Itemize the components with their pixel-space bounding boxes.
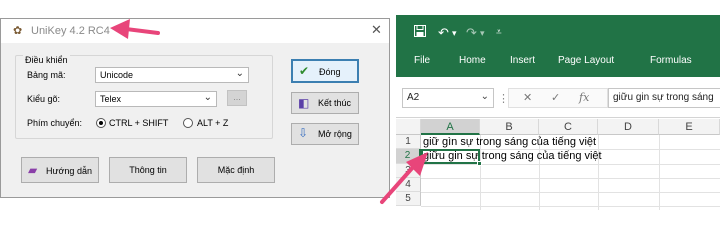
charset-label: Bảng mã:: [27, 70, 66, 80]
enter-icon[interactable]: ✓: [551, 91, 560, 104]
excel-window: ↶ ▾ ↷ ▾ ⩡ File Home Insert Page Layout F…: [396, 15, 720, 210]
tab-formulas[interactable]: Formulas: [650, 55, 692, 66]
spreadsheet-grid: A B C D E 1 2 3 4 5 giữ gìn sự trong sán…: [396, 119, 720, 210]
charset-select[interactable]: Unicode ⌄: [95, 67, 249, 83]
control-group-label: Điều khiển: [23, 55, 70, 65]
tab-insert[interactable]: Insert: [510, 55, 535, 66]
exit-button[interactable]: ◧ Kết thúc: [291, 92, 359, 114]
radio-alt-z-label: ALT + Z: [197, 118, 229, 128]
expand-button[interactable]: ⇩ Mở rộng: [291, 123, 359, 145]
cell-a1[interactable]: giữ gìn sự trong sáng của tiếng việt: [423, 136, 596, 148]
radio-ctrl-shift-label: CTRL + SHIFT: [109, 118, 169, 128]
undo-icon[interactable]: ↶: [438, 25, 449, 41]
tab-page-layout[interactable]: Page Layout: [558, 55, 614, 66]
fill-handle[interactable]: [477, 161, 482, 166]
info-button[interactable]: Thông tin: [109, 157, 187, 183]
excel-ribbon: ↶ ▾ ↷ ▾ ⩡ File Home Insert Page Layout F…: [396, 15, 720, 77]
charset-value: Unicode: [100, 70, 134, 80]
input-method-label: Kiểu gõ:: [27, 94, 61, 104]
chevron-down-icon[interactable]: ▾: [480, 28, 485, 39]
exit-button-label: Kết thúc: [318, 98, 352, 108]
help-button[interactable]: ▰ Hướng dẫn: [21, 157, 99, 183]
row-header-1[interactable]: 1: [396, 135, 421, 149]
checkmark-icon: ✔: [299, 64, 310, 78]
input-method-value: Telex: [100, 94, 122, 104]
annotation-arrow-title: [110, 19, 160, 39]
chevron-down-icon: ⌄: [203, 92, 212, 103]
unikey-titlebar[interactable]: ✿ UniKey 4.2 RC4 ✕: [1, 19, 389, 43]
formula-buttons: ✕ ✓ fx: [508, 88, 608, 108]
book-icon: ▰: [28, 163, 38, 177]
annotation-arrow-cell: [380, 152, 428, 204]
column-header-d[interactable]: D: [598, 119, 659, 135]
close-button[interactable]: ✔ Đóng: [291, 59, 359, 83]
chevron-down-icon[interactable]: ▾: [452, 28, 457, 39]
tab-home[interactable]: Home: [459, 55, 486, 66]
save-icon[interactable]: [414, 25, 426, 40]
function-icon[interactable]: fx: [579, 91, 589, 104]
radio-alt-z[interactable]: [183, 118, 193, 128]
default-button[interactable]: Mặc định: [197, 157, 275, 183]
redo-icon[interactable]: ↷: [466, 25, 477, 41]
unikey-window: ✿ UniKey 4.2 RC4 ✕ Điều khiển Bảng mã: U…: [0, 18, 390, 198]
help-button-label: Hướng dẫn: [46, 166, 92, 176]
tab-file[interactable]: File: [414, 55, 430, 66]
select-all-corner[interactable]: [396, 119, 421, 135]
unikey-title: UniKey 4.2 RC4: [31, 25, 110, 37]
expand-button-label: Mở rộng: [318, 129, 352, 139]
name-box[interactable]: A2 ⌄: [402, 88, 494, 108]
cancel-icon[interactable]: ✕: [523, 91, 532, 104]
customize-icon[interactable]: ⩡: [496, 27, 502, 38]
input-method-more-button[interactable]: ...: [227, 90, 247, 106]
column-header-a[interactable]: A: [421, 119, 480, 135]
formula-bar: A2 ⌄ ⋮ ✕ ✓ fx giữu gin sự trong sáng: [396, 77, 720, 118]
arrow-down-icon: ⇩: [298, 126, 309, 140]
input-method-select[interactable]: Telex ⌄: [95, 91, 217, 107]
close-button-label: Đóng: [319, 67, 341, 77]
radio-ctrl-shift[interactable]: [96, 118, 106, 128]
column-header-e[interactable]: E: [659, 119, 720, 135]
column-header-c[interactable]: C: [539, 119, 598, 135]
close-icon[interactable]: ✕: [371, 22, 382, 38]
chevron-down-icon: ⌄: [480, 91, 489, 102]
exit-icon: ◧: [298, 96, 310, 110]
formula-input[interactable]: giữu gin sự trong sáng: [608, 88, 720, 108]
name-box-value: A2: [407, 92, 420, 103]
chevron-down-icon: ⌄: [235, 68, 244, 79]
column-header-b[interactable]: B: [480, 119, 539, 135]
switch-key-label: Phím chuyển:: [27, 118, 83, 128]
unikey-app-icon: ✿: [13, 25, 23, 37]
